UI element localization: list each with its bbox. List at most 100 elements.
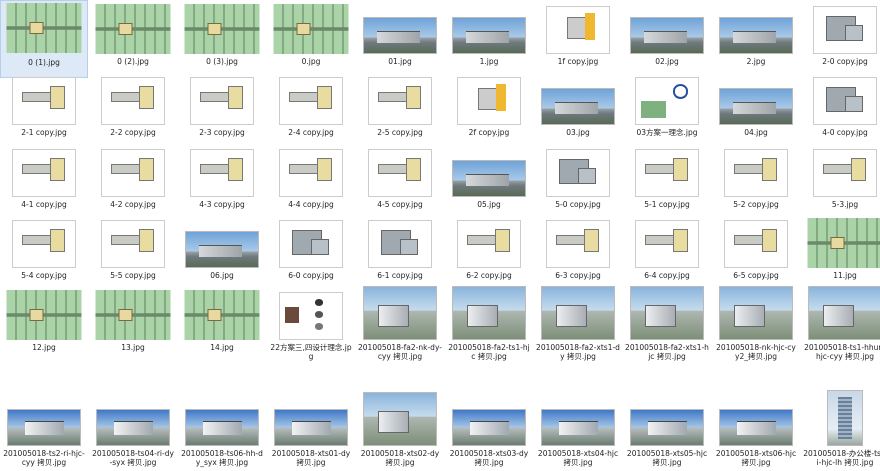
file-thumbnail[interactable] [635,77,699,125]
file-thumbnail[interactable] [279,292,343,340]
file-thumbnail[interactable] [813,149,877,197]
file-item[interactable]: 4-3 copy.jpg [178,143,266,221]
file-thumbnail[interactable] [541,88,615,125]
file-item[interactable]: 13.jpg [89,286,177,386]
file-thumbnail[interactable] [452,17,526,54]
file-thumbnail[interactable] [635,149,699,197]
file-thumbnail[interactable] [363,392,437,446]
file-thumbnail[interactable] [279,77,343,125]
file-item[interactable]: 201005018-办公楼-ts-ri-hjc-lh 拷贝.jpg [801,390,880,470]
file-item[interactable]: 201005018-ts1-hhun-hjc-cyy 拷贝.jpg [801,286,880,386]
file-item[interactable]: 12.jpg [0,286,88,386]
file-thumbnail[interactable] [7,409,81,446]
file-thumbnail[interactable] [457,77,521,125]
file-thumbnail[interactable] [719,17,793,54]
file-item[interactable]: 4-0 copy.jpg [801,71,880,149]
file-thumbnail[interactable] [12,220,76,268]
file-thumbnail[interactable] [546,6,610,54]
file-thumbnail[interactable] [719,88,793,125]
file-thumbnail[interactable] [184,4,260,54]
file-thumbnail[interactable] [101,77,165,125]
file-thumbnail[interactable] [279,149,343,197]
file-thumbnail[interactable] [813,77,877,125]
file-item[interactable]: 4-4 copy.jpg [267,143,355,221]
file-item[interactable]: 6-1 copy.jpg [356,214,444,292]
file-thumbnail[interactable] [630,409,704,446]
file-thumbnail[interactable] [368,149,432,197]
file-item[interactable]: 0.jpg [267,0,355,78]
file-item[interactable]: 6-2 copy.jpg [445,214,533,292]
file-thumbnail[interactable] [274,409,348,446]
file-thumbnail[interactable] [546,220,610,268]
file-thumbnail[interactable] [452,409,526,446]
file-thumbnail[interactable] [185,231,259,268]
file-item[interactable]: 02.jpg [623,0,711,78]
file-item[interactable]: 06.jpg [178,214,266,292]
file-item[interactable]: 0 (2).jpg [89,0,177,78]
file-item[interactable]: 03.jpg [534,71,622,149]
file-item[interactable]: 5-2 copy.jpg [712,143,800,221]
file-thumbnail[interactable] [719,286,793,340]
file-item[interactable]: 01.jpg [356,0,444,78]
file-thumbnail[interactable] [827,390,863,446]
file-thumbnail[interactable] [273,4,349,54]
file-thumbnail[interactable] [452,286,526,340]
file-thumbnail[interactable] [184,290,260,340]
file-item[interactable]: 2f copy.jpg [445,71,533,149]
file-item[interactable]: 1.jpg [445,0,533,78]
file-thumbnail[interactable] [101,220,165,268]
file-item[interactable]: 5-3.jpg [801,143,880,221]
file-thumbnail[interactable] [363,17,437,54]
file-item[interactable]: 5-0 copy.jpg [534,143,622,221]
file-item[interactable]: 5-5 copy.jpg [89,214,177,292]
file-thumbnail[interactable] [363,286,437,340]
file-item[interactable]: 201005018-fa2-xts1-hjc 拷贝.jpg [623,286,711,386]
file-item[interactable]: 2-0 copy.jpg [801,0,880,78]
file-item[interactable]: 2-4 copy.jpg [267,71,355,149]
file-item[interactable]: 201005018-nk-hjc-cyy2_拷贝.jpg [712,286,800,386]
file-item[interactable]: 11.jpg [801,214,880,292]
file-item[interactable]: 4-1 copy.jpg [0,143,88,221]
file-item[interactable]: 4-5 copy.jpg [356,143,444,221]
file-thumbnail[interactable] [635,220,699,268]
file-thumbnail[interactable] [541,286,615,340]
file-item[interactable]: 201005018-xts05-hjc 拷贝.jpg [623,392,711,470]
file-item[interactable]: 5-4 copy.jpg [0,214,88,292]
file-thumbnail[interactable] [724,149,788,197]
file-thumbnail[interactable] [457,220,521,268]
file-item[interactable]: 201005018-ts06-hh-dy_syx 拷贝.jpg [178,392,266,470]
file-thumbnail[interactable] [813,6,877,54]
file-thumbnail[interactable] [368,220,432,268]
file-thumbnail[interactable] [12,77,76,125]
file-thumbnail[interactable] [807,218,880,268]
file-thumbnail[interactable] [630,286,704,340]
file-item[interactable]: 03方案一理念.jpg [623,71,711,149]
file-thumbnail[interactable] [95,290,171,340]
file-item[interactable]: 201005018-fa2-xts1-dy 拷贝.jpg [534,286,622,386]
file-item[interactable]: 2-2 copy.jpg [89,71,177,149]
file-item[interactable]: 2-3 copy.jpg [178,71,266,149]
file-thumbnail[interactable] [719,409,793,446]
file-item[interactable]: 5-1 copy.jpg [623,143,711,221]
file-item[interactable]: 6-0 copy.jpg [267,214,355,292]
file-thumbnail[interactable] [630,17,704,54]
file-item[interactable]: 2.jpg [712,0,800,78]
file-item[interactable]: 201005018-xts04-hjc 拷贝.jpg [534,392,622,470]
file-item[interactable]: 6-4 copy.jpg [623,214,711,292]
file-thumbnail[interactable] [185,409,259,446]
file-thumbnail[interactable] [368,77,432,125]
file-item[interactable]: 6-3 copy.jpg [534,214,622,292]
file-item[interactable]: 14.jpg [178,286,266,386]
file-item[interactable]: 201005018-xts06-hjc 拷贝.jpg [712,392,800,470]
file-item[interactable]: 04.jpg [712,71,800,149]
file-item[interactable]: 4-2 copy.jpg [89,143,177,221]
file-thumbnail[interactable] [101,149,165,197]
file-item[interactable]: 0 (1).jpg [0,0,88,78]
file-item[interactable]: 201005018-xts03-dy 拷贝.jpg [445,392,533,470]
file-item[interactable]: 1f copy.jpg [534,0,622,78]
file-thumbnail[interactable] [541,409,615,446]
file-thumbnail[interactable] [6,290,82,340]
file-item[interactable]: 201005018-fa2-ts1-hjc 拷贝.jpg [445,286,533,386]
file-item[interactable]: 0 (3).jpg [178,0,266,78]
file-item[interactable]: 6-5 copy.jpg [712,214,800,292]
